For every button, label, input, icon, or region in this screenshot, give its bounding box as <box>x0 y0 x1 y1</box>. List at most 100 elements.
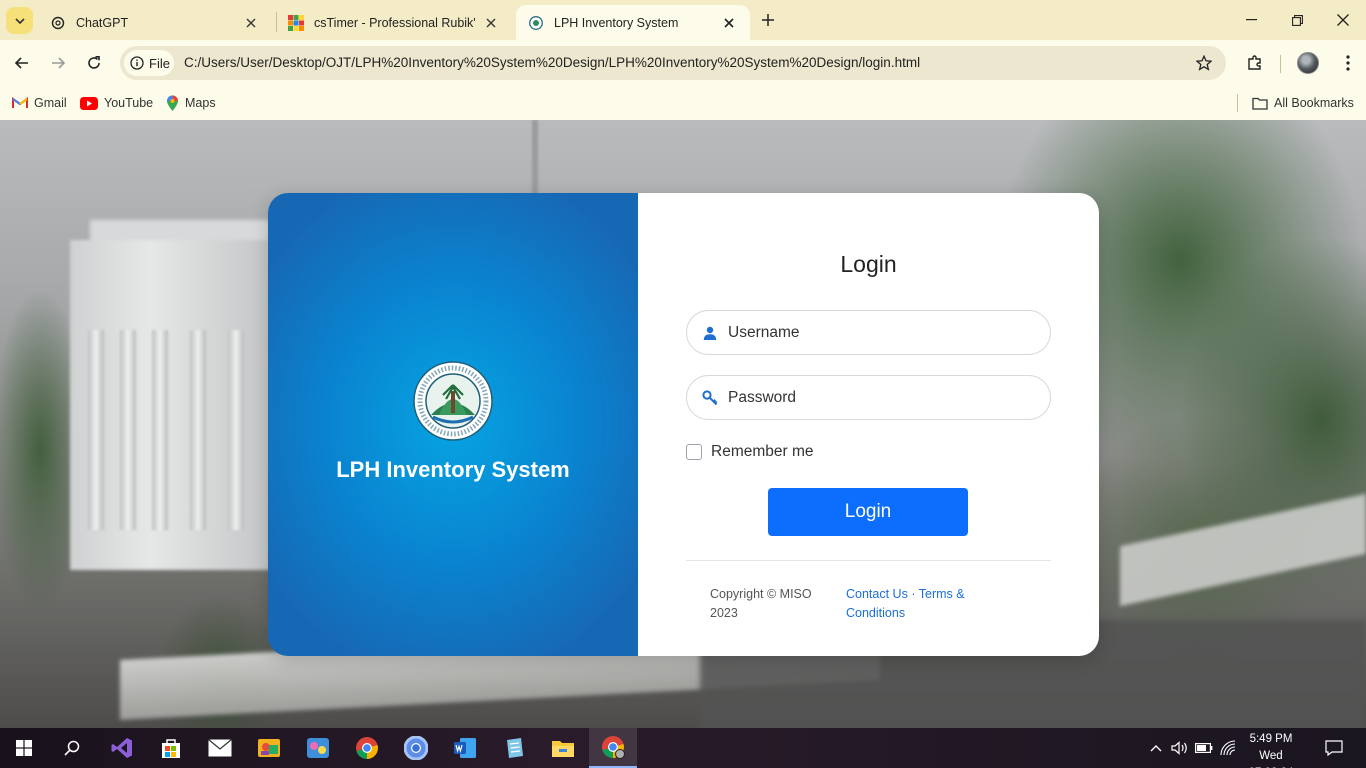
info-icon <box>130 56 144 70</box>
chrome-icon <box>356 737 378 759</box>
bookmark-label: Gmail <box>34 96 67 110</box>
key-icon <box>701 389 719 407</box>
toolbar-divider <box>1280 55 1281 73</box>
taskbar-chrome[interactable] <box>343 728 391 768</box>
arrow-right-icon <box>52 57 66 69</box>
start-button[interactable] <box>0 728 48 768</box>
arrow-left-icon <box>14 57 28 69</box>
bookmark-label: YouTube <box>104 96 154 110</box>
taskbar-store[interactable] <box>147 728 195 768</box>
background-column <box>152 330 168 530</box>
visual-studio-icon <box>111 738 132 758</box>
back-button[interactable] <box>8 49 36 77</box>
tab-label: ChatGPT <box>76 15 129 30</box>
all-bookmarks-button[interactable]: All Bookmarks <box>1252 92 1354 114</box>
forward-button[interactable] <box>44 49 72 77</box>
contact-us-link[interactable]: Contact Us <box>846 587 908 601</box>
gmail-icon <box>12 97 28 108</box>
taskbar-game-app[interactable] <box>294 728 342 768</box>
tab-lph-inventory[interactable]: LPH Inventory System <box>516 5 750 40</box>
brand-title: LPH Inventory System <box>336 457 570 482</box>
photo-app-icon <box>258 739 280 757</box>
remember-me-checkbox[interactable] <box>686 444 702 460</box>
notes-icon <box>507 738 523 758</box>
taskbar-clock[interactable]: 5:49 PM Wed 07.08.24 <box>1236 731 1306 768</box>
background-column <box>190 330 206 530</box>
bookmark-star-button[interactable] <box>1194 53 1214 73</box>
close-tab-icon[interactable] <box>482 14 500 32</box>
login-form-panel: Login Remember me Login Copyright © MISO <box>638 193 1099 656</box>
close-tab-icon[interactable] <box>720 14 738 32</box>
taskbar-photo-app[interactable] <box>245 728 293 768</box>
remember-me-label: Remember me <box>711 443 814 460</box>
minimize-button[interactable] <box>1228 0 1274 40</box>
footer-divider <box>686 560 1051 561</box>
taskbar-chromium[interactable] <box>392 728 440 768</box>
star-icon <box>1196 55 1212 71</box>
taskbar-notes[interactable] <box>490 728 538 768</box>
login-page: LPH Inventory System Login Remember me <box>0 120 1366 728</box>
bookmarks-bar: Gmail YouTube Maps All Bookmarks <box>0 86 1366 120</box>
tray-overflow-button[interactable] <box>1148 738 1164 758</box>
store-icon <box>162 739 180 758</box>
bookmark-label: Maps <box>185 96 216 110</box>
notification-icon <box>1325 740 1343 756</box>
username-input[interactable] <box>728 323 1028 342</box>
background-column <box>120 330 136 530</box>
password-input[interactable] <box>728 388 1028 407</box>
browser-toolbar: File C:/Users/User/Desktop/OJT/LPH%20Inv… <box>0 40 1366 86</box>
tab-label: LPH Inventory System <box>554 15 679 30</box>
game-app-icon <box>307 738 329 758</box>
site-info-chip[interactable]: File <box>124 50 174 76</box>
link-separator: · <box>911 587 916 601</box>
chromium-icon <box>404 736 428 760</box>
taskbar-search-button[interactable] <box>48 728 96 768</box>
taskbar-word[interactable] <box>441 728 489 768</box>
chevron-up-icon <box>1150 745 1162 752</box>
restore-button[interactable] <box>1274 0 1320 40</box>
login-button[interactable]: Login <box>768 488 968 536</box>
tab-search-button[interactable] <box>6 7 33 34</box>
notification-center-button[interactable] <box>1322 738 1346 758</box>
brand-panel: LPH Inventory System <box>268 193 638 656</box>
taskbar-chrome-active[interactable] <box>589 728 637 768</box>
bookmark-youtube[interactable]: YouTube <box>80 92 153 114</box>
chevron-down-icon <box>14 17 25 24</box>
chatgpt-icon <box>50 15 66 31</box>
password-field[interactable] <box>686 375 1051 420</box>
windows-logo-icon <box>16 740 32 756</box>
bookmark-gmail[interactable]: Gmail <box>12 92 67 114</box>
close-window-button[interactable] <box>1320 0 1366 40</box>
remember-me[interactable]: Remember me <box>686 443 814 461</box>
bookmark-maps[interactable]: Maps <box>166 92 216 114</box>
tab-cstimer[interactable]: csTimer - Professional Rubik's C <box>276 5 512 40</box>
browser-menu-button[interactable] <box>1338 50 1358 76</box>
tray-volume[interactable] <box>1170 738 1190 758</box>
taskbar-visual-studio[interactable] <box>98 728 146 768</box>
taskbar-file-explorer[interactable] <box>539 728 587 768</box>
tray-battery[interactable] <box>1194 738 1214 758</box>
extensions-button[interactable] <box>1242 50 1268 76</box>
taskbar-mail[interactable] <box>196 728 244 768</box>
reload-button[interactable] <box>80 49 108 77</box>
tab-chatgpt[interactable]: ChatGPT <box>38 5 272 40</box>
kebab-menu-icon <box>1346 55 1350 71</box>
login-heading: Login <box>840 251 897 277</box>
url-text: C:/Users/User/Desktop/OJT/LPH%20Inventor… <box>184 55 921 70</box>
clock-date: Wed 07.08.24 <box>1249 750 1294 768</box>
close-tab-icon[interactable] <box>242 14 260 32</box>
laguna-seal-logo <box>413 361 493 441</box>
cstimer-icon <box>288 14 304 31</box>
background-column <box>228 330 244 530</box>
tab-label: csTimer - Professional Rubik's C <box>314 15 476 30</box>
bookmarks-divider <box>1237 94 1238 112</box>
windows-taskbar: 5:49 PM Wed 07.08.24 <box>0 728 1366 768</box>
username-field[interactable] <box>686 310 1051 355</box>
youtube-icon <box>80 96 98 110</box>
new-tab-button[interactable] <box>756 8 780 32</box>
address-bar[interactable]: File C:/Users/User/Desktop/OJT/LPH%20Inv… <box>120 46 1226 80</box>
folder-icon <box>1252 97 1268 110</box>
tray-wifi[interactable] <box>1218 738 1238 758</box>
profile-avatar[interactable] <box>1297 52 1319 74</box>
copyright-text: Copyright © MISO 2023 <box>710 587 812 620</box>
